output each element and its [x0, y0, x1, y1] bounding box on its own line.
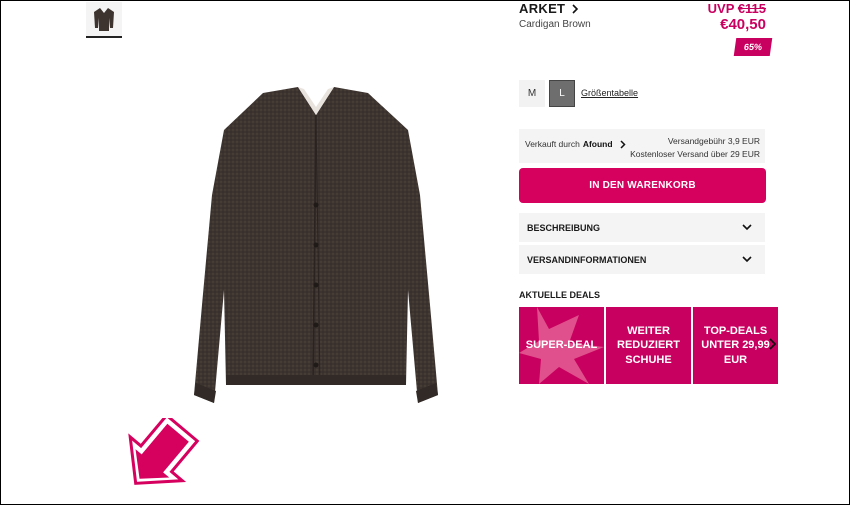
accordion-description-label: BESCHREIBUNG	[527, 222, 601, 233]
original-price: €115	[737, 1, 766, 16]
chevron-down-icon	[742, 224, 752, 231]
free-shipping-note: Kostenloser Versand über 29 EUR	[630, 149, 760, 159]
chevron-right-icon	[620, 139, 626, 149]
shipping-fee: Versandgebühr 3,9 EUR	[667, 136, 760, 146]
seller-link[interactable]: Verkauft durch Afound	[525, 139, 627, 149]
deal-tile-weiter-reduziert[interactable]: WEITER REDUZIERT SCHUHE	[606, 307, 691, 384]
seller-info-box: Verkauft durch Afound Versandgebühr 3,9 …	[519, 129, 765, 163]
deals-next-arrow-icon[interactable]	[768, 338, 777, 350]
product-image	[194, 87, 438, 403]
brand-link[interactable]: ARKET	[519, 1, 579, 16]
brand-name: ARKET	[519, 1, 566, 16]
accordion-shipping-info[interactable]: VERSANDINFORMATIONEN	[519, 245, 765, 274]
weiter-reduziert-badge	[128, 418, 200, 485]
deal-tile-super-deal[interactable]: SUPER-DEAL	[519, 307, 604, 384]
deal-tile-top-deals[interactable]: TOP-DEALS UNTER 29,99 EUR	[693, 307, 778, 384]
chevron-down-icon	[742, 256, 752, 263]
uvp-label: UVP	[707, 1, 735, 16]
uvp-price: UVP €115	[708, 1, 766, 16]
deal-label: TOP-DEALS UNTER 29,99 EUR	[701, 325, 770, 366]
product-thumbnail[interactable]	[86, 2, 122, 36]
size-option-l[interactable]: L	[549, 80, 575, 107]
seller-prefix: Verkauft durch	[525, 139, 580, 149]
sale-price: €40,50	[720, 16, 766, 33]
chevron-right-icon	[572, 3, 579, 14]
add-to-cart-button[interactable]: IN DEN WARENKORB	[519, 168, 766, 203]
discount-badge: 65%	[733, 38, 773, 56]
size-chart-link[interactable]: Größentabelle	[581, 88, 638, 98]
thumbnail-active-indicator	[86, 36, 122, 38]
product-title: Cardigan Brown	[519, 19, 591, 30]
accordion-description[interactable]: BESCHREIBUNG	[519, 213, 765, 242]
deal-label: WEITER REDUZIERT SCHUHE	[617, 325, 680, 366]
accordion-shipping-label: VERSANDINFORMATIONEN	[527, 254, 647, 265]
size-option-m[interactable]: M	[519, 80, 545, 107]
deal-label: SUPER-DEAL	[525, 339, 598, 352]
seller-name: Afound	[582, 139, 613, 149]
deals-heading: AKTUELLE DEALS	[519, 290, 600, 300]
